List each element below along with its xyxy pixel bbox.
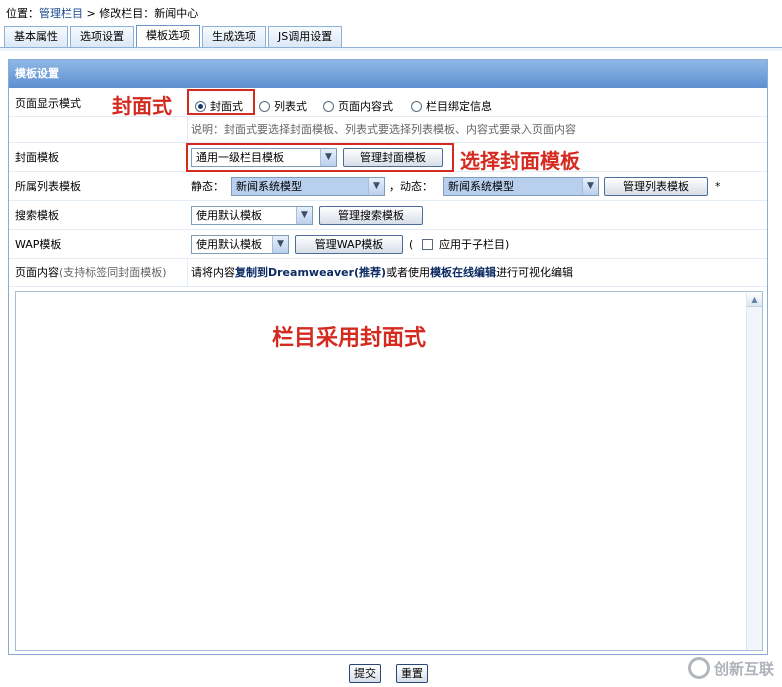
- annotation-box-cover-radio: [187, 89, 255, 115]
- annotation-choose-cover: 选择封面模板: [460, 149, 580, 173]
- static-list-template-value: 新闻系统模型: [236, 180, 302, 193]
- online-template-edit-link[interactable]: 模板在线编辑: [430, 266, 496, 279]
- submit-button[interactable]: 提交: [349, 664, 381, 683]
- tab-bar: 基本属性 选项设置 模板选项 生成选项 JS调用设置: [4, 25, 343, 47]
- annotation-column-uses-cover: 栏目采用封面式: [272, 325, 427, 351]
- tab-generate-options[interactable]: 生成选项: [202, 26, 266, 47]
- tab-divider: [0, 47, 782, 51]
- wap-open-paren: (: [409, 238, 414, 251]
- radio-bind-info-indicator[interactable]: [411, 100, 422, 112]
- breadcrumb-current: 修改栏目：新闻中心: [99, 7, 199, 20]
- watermark: 创新互联: [687, 657, 774, 679]
- dynamic-list-template-value: 新闻系统模型: [448, 180, 514, 193]
- wap-template-value: 使用默认模板: [196, 238, 262, 251]
- radio-list-indicator[interactable]: [259, 100, 270, 112]
- textarea-scrollbar[interactable]: ▲: [746, 292, 762, 650]
- search-template-label: 搜索模板: [15, 209, 59, 222]
- search-template-value: 使用默认模板: [196, 209, 262, 222]
- watermark-text: 创新互联: [713, 659, 774, 678]
- breadcrumb-link-manage-column[interactable]: 管理栏目: [39, 7, 83, 20]
- row-search-template: 搜索模板 使用默认模板 ▼ 管理搜索模板: [9, 201, 767, 230]
- cover-template-label: 封面模板: [15, 151, 59, 164]
- breadcrumb-prefix: 位置：: [6, 7, 39, 20]
- chevron-down-icon[interactable]: ▼: [582, 178, 598, 195]
- panel-title: 模板设置: [9, 60, 767, 88]
- page-content-instructions: 请将内容复制到Dreamweaver(推荐)或者使用模板在线编辑进行可视化编辑: [191, 259, 573, 287]
- chevron-down-icon[interactable]: ▼: [272, 236, 288, 253]
- brand-logo-icon: [687, 657, 710, 679]
- radio-page-content-label: 页面内容式: [338, 100, 393, 113]
- row-list-template: 所属列表模板 静态： 新闻系统模型 ▼ ，动态： 新闻系统模型 ▼ 管理列表模板…: [9, 172, 767, 201]
- search-template-select[interactable]: 使用默认模板 ▼: [191, 206, 313, 225]
- display-mode-label: 页面显示模式: [15, 97, 81, 110]
- radio-page-content-indicator[interactable]: [323, 100, 334, 112]
- tab-basic-properties[interactable]: 基本属性: [4, 26, 68, 47]
- static-list-template-select[interactable]: 新闻系统模型 ▼: [231, 177, 385, 196]
- dynamic-label: ，动态：: [389, 180, 433, 193]
- radio-bind-info[interactable]: 栏目绑定信息: [411, 98, 492, 114]
- row-separator: [187, 117, 188, 142]
- breadcrumb: 位置：管理栏目 > 修改栏目：新闻中心: [6, 5, 198, 21]
- page-content-label-note: (支持标签同封面模板): [59, 266, 167, 279]
- radio-list[interactable]: 列表式: [259, 98, 307, 114]
- apply-to-subcolumns-label: 应用于子栏目): [439, 238, 510, 251]
- static-label: 静态：: [191, 180, 224, 193]
- wap-template-select[interactable]: 使用默认模板 ▼: [191, 235, 289, 254]
- row-page-content: 页面内容(支持标签同封面模板) 请将内容复制到Dreamweaver(推荐)或者…: [9, 259, 767, 287]
- display-mode-note: 说明：封面式要选择封面模板、列表式要选择列表模板、内容式要录入页面内容: [191, 123, 576, 136]
- tab-option-settings[interactable]: 选项设置: [70, 26, 134, 47]
- page-content-label: 页面内容(支持标签同封面模板): [15, 259, 167, 287]
- breadcrumb-separator: >: [83, 7, 100, 20]
- apply-to-subcolumns-checkbox[interactable]: [422, 239, 433, 250]
- manage-list-template-button[interactable]: 管理列表模板: [604, 177, 708, 196]
- wap-template-label: WAP模板: [15, 238, 62, 251]
- annotation-cover-style: 封面式: [112, 94, 172, 118]
- required-mark: *: [715, 180, 721, 193]
- page-content-label-text: 页面内容: [15, 266, 59, 279]
- tab-template-options[interactable]: 模板选项: [136, 25, 200, 47]
- radio-list-label: 列表式: [274, 100, 307, 113]
- page-content-text-3: 进行可视化编辑: [496, 266, 574, 279]
- list-template-label: 所属列表模板: [15, 180, 81, 193]
- chevron-down-icon[interactable]: ▼: [368, 178, 384, 195]
- reset-button[interactable]: 重置: [396, 664, 428, 683]
- row-mode-note: 说明：封面式要选择封面模板、列表式要选择列表模板、内容式要录入页面内容: [9, 117, 767, 143]
- page-content-text-2: 或者使用: [386, 266, 431, 279]
- page-content-text-1: 请将内容: [191, 266, 235, 279]
- scroll-up-arrow-icon[interactable]: ▲: [747, 292, 762, 307]
- chevron-down-icon[interactable]: ▼: [296, 207, 312, 224]
- radio-bind-info-label: 栏目绑定信息: [426, 100, 492, 113]
- copy-to-dreamweaver-link[interactable]: 复制到Dreamweaver(推荐): [235, 266, 386, 279]
- tab-js-call-settings[interactable]: JS调用设置: [268, 26, 343, 47]
- dynamic-list-template-select[interactable]: 新闻系统模型 ▼: [443, 177, 599, 196]
- manage-wap-template-button[interactable]: 管理WAP模板: [295, 235, 403, 254]
- manage-search-template-button[interactable]: 管理搜索模板: [319, 206, 423, 225]
- row-wap-template: WAP模板 使用默认模板 ▼ 管理WAP模板 ( 应用于子栏目): [9, 230, 767, 259]
- annotation-box-cover-template: [186, 143, 454, 172]
- radio-page-content[interactable]: 页面内容式: [323, 98, 393, 114]
- row-separator: [187, 259, 188, 286]
